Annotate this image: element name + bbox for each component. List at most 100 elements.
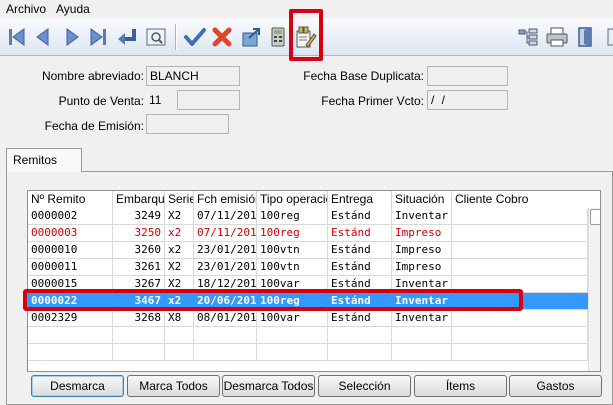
cell-remito: [28, 344, 113, 360]
fecha-emision-label: Fecha de Emisión:: [44, 119, 144, 133]
col-header-entrega[interactable]: Entrega: [328, 191, 392, 208]
punto-venta-field[interactable]: 11: [146, 91, 174, 111]
desmarca-button[interactable]: Desmarca: [31, 375, 124, 397]
col-header-serie[interactable]: Serie: [165, 191, 194, 208]
cell-fch-emision: 23/01/2015: [194, 242, 257, 258]
col-header-tipo-operacion[interactable]: Tipo operación: [257, 191, 328, 208]
toolbar-highlight-box: [289, 9, 323, 61]
menu-ayuda[interactable]: Ayuda: [51, 0, 95, 18]
confirm-icon[interactable]: [183, 24, 207, 50]
col-header-situacion[interactable]: Situación: [392, 191, 452, 208]
cell-cliente-cobro: [452, 310, 588, 326]
cell-tipo-operacion: 100vtn: [257, 259, 328, 275]
preview-icon[interactable]: [144, 24, 168, 50]
scrollbar-thumb[interactable]: [590, 209, 600, 225]
cell-entrega: [328, 327, 392, 343]
table-row[interactable]: 0000011 3261 X2 23/01/2015 100vtn Estánd Impre…: [28, 259, 588, 276]
table-row[interactable]: 0000002 3249 X2 07/11/2014 100reg Estánd Inven…: [28, 208, 588, 225]
cancel-icon[interactable]: [210, 24, 234, 50]
collapse-icon[interactable]: [600, 24, 613, 50]
export-icon[interactable]: [239, 24, 263, 50]
cell-embarque: [113, 344, 165, 360]
empty-table-row[interactable]: [28, 344, 588, 361]
fecha-base-label: Fecha Base Duplicata:: [303, 69, 424, 83]
fecha-vto-label: Fecha Primer Vcto:: [321, 94, 424, 108]
tree-icon[interactable]: [516, 24, 540, 50]
cell-situacion: Impreso: [392, 225, 452, 241]
cell-entrega: Estánd: [328, 310, 392, 326]
cell-remito: 0000002: [28, 208, 113, 224]
cell-fch-emision: 07/11/2014: [194, 225, 257, 241]
col-header-fch-emision[interactable]: Fch emisión: [194, 191, 257, 208]
cell-fch-emision: 07/11/2014: [194, 208, 257, 224]
cell-tipo-operacion: 100vtn: [257, 242, 328, 258]
cell-serie: X8: [165, 310, 194, 326]
enter-icon[interactable]: [115, 24, 139, 50]
seleccion-button[interactable]: Selección: [318, 375, 411, 397]
cell-tipo-operacion: 100var: [257, 310, 328, 326]
desmarca-todos-button[interactable]: Desmarca Todos: [222, 375, 315, 397]
remitos-grid: Nº Remito Embarque Serie Fch emisión Tip…: [27, 190, 601, 372]
cell-entrega: [328, 344, 392, 360]
last-icon[interactable]: [86, 24, 110, 50]
cell-cliente-cobro: [452, 242, 588, 258]
selected-row-highlight-box: [23, 289, 523, 311]
cell-serie: X2: [165, 259, 194, 275]
cell-entrega: Estánd: [328, 225, 392, 241]
prev-icon[interactable]: [31, 24, 55, 50]
cell-tipo-operacion: [257, 344, 328, 360]
empty-table-row[interactable]: [28, 327, 588, 344]
menu-archivo[interactable]: Archivo: [0, 0, 51, 18]
calculator-icon[interactable]: [266, 24, 290, 50]
cell-embarque: 3260: [113, 242, 165, 258]
nombre-label: Nombre abreviado:: [41, 69, 144, 83]
cell-remito: 0000003: [28, 225, 113, 241]
cell-situacion: Impreso: [392, 259, 452, 275]
grid-vertical-scrollbar[interactable]: [588, 208, 600, 371]
first-icon[interactable]: [5, 24, 29, 50]
cell-cliente-cobro: [452, 344, 588, 360]
cell-embarque: 3249: [113, 208, 165, 224]
cell-fch-emision: [194, 327, 257, 343]
cell-remito: 0000011: [28, 259, 113, 275]
cell-cliente-cobro: [452, 259, 588, 275]
cell-serie: [165, 344, 194, 360]
exit-icon[interactable]: [574, 24, 598, 50]
fecha-base-field[interactable]: [427, 66, 508, 86]
next-icon[interactable]: [60, 24, 84, 50]
fecha-vto-field[interactable]: / /: [427, 90, 508, 110]
cell-serie: X2: [165, 208, 194, 224]
table-row[interactable]: 0000010 3260 x2 23/01/2015 100vtn Estánd Impre…: [28, 242, 588, 259]
cell-entrega: Estánd: [328, 208, 392, 224]
cell-embarque: 3261: [113, 259, 165, 275]
col-header-remito[interactable]: Nº Remito: [28, 191, 113, 208]
cell-entrega: Estánd: [328, 259, 392, 275]
marca-todos-button[interactable]: Marca Todos: [127, 375, 220, 397]
cell-situacion: Inventar: [392, 208, 452, 224]
cell-serie: x2: [165, 242, 194, 258]
cell-tipo-operacion: 100reg: [257, 208, 328, 224]
table-row[interactable]: 0002329 3268 X8 08/01/2016 100var Estánd Inven…: [28, 310, 588, 327]
cell-serie: x2: [165, 225, 194, 241]
cell-situacion: Inventar: [392, 310, 452, 326]
cell-remito: 0000010: [28, 242, 113, 258]
col-header-embarque[interactable]: Embarque: [113, 191, 165, 208]
cell-tipo-operacion: 100reg: [257, 225, 328, 241]
col-header-cliente-cobro[interactable]: Cliente Cobro: [452, 191, 588, 208]
cell-situacion: [392, 327, 452, 343]
cell-cliente-cobro: [452, 327, 588, 343]
cell-remito: [28, 327, 113, 343]
gastos-button[interactable]: Gastos: [509, 375, 602, 397]
cell-cliente-cobro: [452, 208, 588, 224]
items-button[interactable]: Ítems: [414, 375, 507, 397]
print-icon[interactable]: [545, 24, 569, 50]
cell-entrega: Estánd: [328, 242, 392, 258]
grid-header: Nº Remito Embarque Serie Fch emisión Tip…: [28, 191, 588, 208]
fecha-emision-field[interactable]: [146, 114, 229, 134]
cell-fch-emision: [194, 344, 257, 360]
table-row[interactable]: 0000003 3250 x2 07/11/2014 100reg Estánd Impre…: [28, 225, 588, 242]
cell-situacion: Impreso: [392, 242, 452, 258]
nombre-field[interactable]: BLANCH: [146, 66, 240, 86]
tab-remitos[interactable]: Remitos: [6, 148, 82, 172]
punto-venta-desc-field: [177, 90, 240, 110]
